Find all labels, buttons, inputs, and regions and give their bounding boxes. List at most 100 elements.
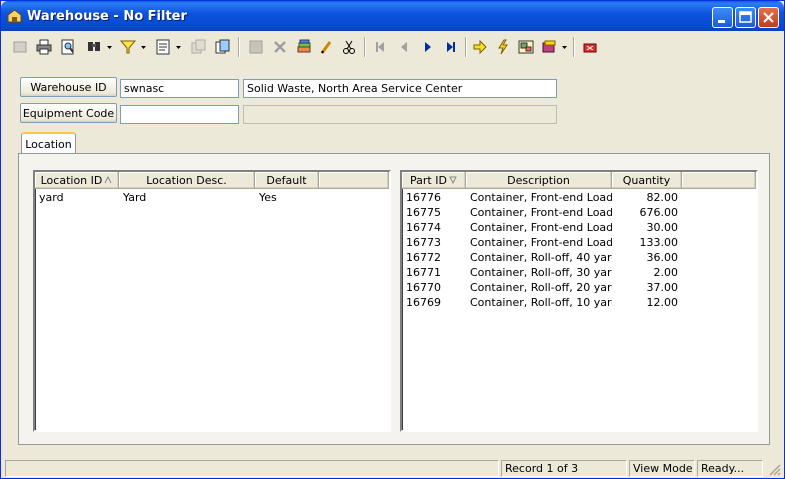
quantity-cell: 133.00 [639,236,679,249]
part-description-cell: Container, Front-end Load, ... [470,191,612,204]
equipment-code-button[interactable]: Equipment Code [20,103,117,123]
find-dropdown[interactable] [105,36,113,58]
table-row[interactable]: 16773 Container, Front-end Load, ... 133.0… [402,235,682,250]
first-record-button[interactable] [369,36,391,58]
equipment-code-field[interactable] [120,105,239,124]
warehouse-id-button[interactable]: Warehouse ID [20,77,117,97]
part-id-cell: 16770 [406,281,441,294]
filter-button[interactable] [117,36,139,58]
part-description-cell: Container, Roll-off, 30 yard [470,266,612,279]
sort-descending-icon [449,176,457,184]
first-record-icon [376,42,384,52]
column-header-filler [682,172,756,189]
warehouse-description-field: Solid Waste, North Area Service Center [243,79,557,98]
column-header-part-id[interactable]: Part ID [402,172,466,189]
record-status: Record 1 of 3 [501,460,627,477]
status-message-pane [5,460,499,477]
cancel-button[interactable] [269,36,291,58]
edit-button[interactable] [315,36,337,58]
books-dropdown[interactable] [560,36,568,58]
part-description-cell: Container, Roll-off, 40 yard [470,251,612,264]
column-header-location-id[interactable]: Location ID [35,172,119,189]
minimize-button[interactable] [712,7,733,28]
sort-ascending-icon [104,176,112,184]
minimize-icon [718,20,725,23]
filter-dropdown[interactable] [139,36,147,58]
last-record-icon [447,42,455,52]
table-row[interactable]: yard Yard Yes [35,190,319,205]
part-id-cell: 16776 [406,191,441,204]
cut-button[interactable] [338,36,360,58]
exit-button[interactable] [579,36,601,58]
part-id-cell: 16771 [406,266,441,279]
resize-grip-icon[interactable] [767,462,781,476]
find-icon [88,42,100,51]
report-dropdown[interactable] [174,36,182,58]
column-header-default[interactable]: Default [255,172,319,189]
column-header-quantity[interactable]: Quantity [612,172,682,189]
print-button[interactable] [33,36,55,58]
save-icon [249,40,263,54]
next-record-icon [425,42,431,52]
tab-location[interactable]: Location [21,132,76,154]
close-button[interactable] [758,7,779,28]
go-button[interactable] [469,36,491,58]
report-button[interactable] [152,36,174,58]
table-row[interactable]: 16776 Container, Front-end Load, ... 82.00 [402,190,682,205]
maximize-icon [739,11,752,23]
title-bar[interactable]: Warehouse - No Filter [1,1,784,31]
table-row[interactable]: 16775 Container, Front-end Load, ... 676.0… [402,205,682,220]
lightning-button[interactable] [492,36,514,58]
toolbar [5,33,781,60]
paste-record-button[interactable] [211,36,233,58]
part-description-cell: Container, Front-end Load, ... [470,236,612,249]
image-button[interactable] [515,36,537,58]
last-record-button[interactable] [440,36,462,58]
part-id-cell: 16769 [406,296,441,309]
copy-record-button[interactable] [187,36,209,58]
part-description-cell: Container, Roll-off, 10 yard [470,296,612,309]
column-header-label: Part ID [410,173,447,187]
table-row[interactable]: 16772 Container, Roll-off, 40 yard 36.00 [402,250,682,265]
column-header-description[interactable]: Description [466,172,612,189]
print-preview-icon [61,39,74,55]
quantity-cell: 37.00 [646,281,679,294]
cut-icon [343,40,355,54]
next-record-button[interactable] [417,36,439,58]
close-icon [763,12,774,23]
lightning-icon [498,39,508,55]
table-row[interactable]: 16774 Container, Front-end Load, ... 30.00 [402,220,682,235]
print-preview-button[interactable] [57,36,79,58]
warehouse-icon [7,9,22,23]
toolbar-separator [465,37,467,57]
new-record-button[interactable] [9,36,31,58]
go-arrow-icon [473,39,487,55]
paste-record-icon [215,39,230,54]
previous-record-button[interactable] [393,36,415,58]
quantity-cell: 2.00 [653,266,679,279]
find-button[interactable] [83,36,105,58]
part-description-cell: Container, Front-end Load, ... [470,221,612,234]
maximize-button[interactable] [735,7,756,28]
table-row[interactable]: 16771 Container, Roll-off, 30 yard 2.00 [402,265,682,280]
save-button[interactable] [245,36,267,58]
table-row[interactable]: 16770 Container, Roll-off, 20 yard 37.00 [402,280,682,295]
edit-icon [320,41,332,54]
column-header-location-desc[interactable]: Location Desc. [119,172,255,189]
attach-icon [297,39,311,53]
table-row[interactable]: 16769 Container, Roll-off, 10 yard 12.00 [402,295,682,310]
toolbar-separator [364,37,366,57]
warehouse-id-field[interactable]: swnasc [120,79,239,98]
location-grid: Location ID Location Desc. Default yard … [33,170,391,432]
cancel-icon [274,41,286,53]
toolbar-separator [238,37,240,57]
part-id-cell: 16773 [406,236,441,249]
part-id-cell: 16775 [406,206,441,219]
location-id-cell: yard [39,191,64,204]
books-button[interactable] [538,36,560,58]
attach-button[interactable] [293,36,315,58]
chevron-down-icon [175,46,181,49]
quantity-cell: 12.00 [646,296,679,309]
part-description-cell: Container, Front-end Load, ... [470,206,612,219]
quantity-cell: 82.00 [646,191,679,204]
